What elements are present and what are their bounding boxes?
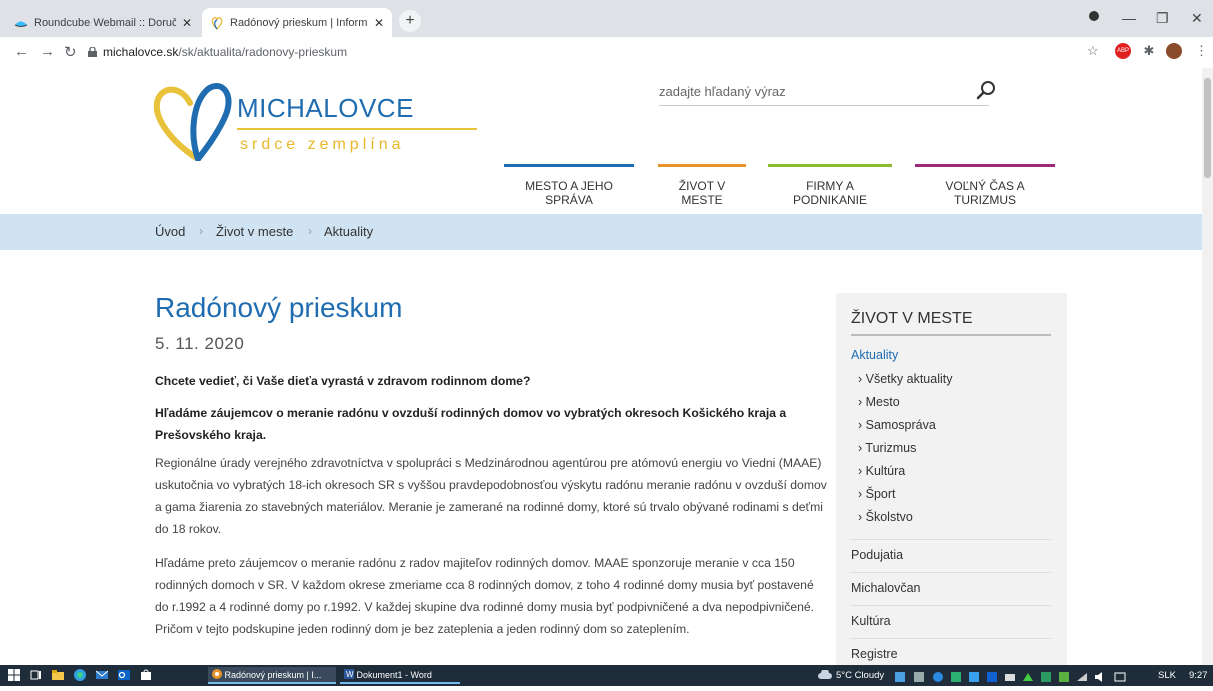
browser-tab-bar: Roundcube Webmail :: Doručená ✕ Radónový… bbox=[0, 0, 1213, 37]
outlook-icon[interactable] bbox=[118, 669, 130, 681]
tray-icons[interactable] bbox=[895, 670, 1135, 682]
file-explorer-icon[interactable] bbox=[52, 669, 64, 681]
michalovce-heart-logo-icon[interactable] bbox=[150, 81, 235, 161]
web-page: MICHALOVCE srdce zemplína MESTO A JEHO S… bbox=[0, 68, 1202, 665]
windows-start-icon[interactable] bbox=[8, 669, 20, 681]
nav-firmy-a-podnikanie[interactable]: FIRMY A PODNIKANIE bbox=[768, 164, 892, 207]
roundcube-icon bbox=[14, 21, 28, 27]
nav-mesto-a-jeho-sprava[interactable]: MESTO A JEHO SPRÁVA bbox=[504, 164, 634, 207]
sidebar-subitem-mesto[interactable]: › Mesto bbox=[858, 395, 900, 409]
article-date: 5. 11. 2020 bbox=[155, 334, 245, 353]
lock-icon bbox=[88, 47, 97, 57]
heart-logo-icon bbox=[211, 16, 223, 30]
taskbar-app-label: Radónový prieskum | I... bbox=[224, 670, 322, 680]
nav-zivot-v-meste[interactable]: ŽIVOT V MESTE bbox=[658, 164, 746, 207]
sidebar-subitem-skolstvo[interactable]: › Školstvo bbox=[858, 510, 913, 524]
breadcrumb-aktuality: Aktuality bbox=[324, 224, 374, 239]
sidebar-subitem-turizmus[interactable]: › Turizmus bbox=[858, 441, 916, 455]
sidebar-item-registre[interactable]: Registre bbox=[851, 638, 1051, 661]
tab-radonovy-prieskum[interactable]: Radónový prieskum | Informačný ✕ bbox=[202, 8, 392, 37]
breadcrumb: Úvod › Život v meste › Aktuality bbox=[0, 214, 1202, 250]
url-host: michalovce.sk bbox=[103, 45, 179, 59]
breadcrumb-separator: › bbox=[199, 224, 203, 238]
close-window-icon[interactable]: ✕ bbox=[1191, 10, 1203, 27]
menu-kebab-icon[interactable]: ⋮ bbox=[1195, 43, 1208, 59]
sidebar-subitem-samosprava[interactable]: › Samospráva bbox=[858, 418, 936, 432]
restore-icon[interactable]: ❐ bbox=[1156, 10, 1169, 27]
svg-text:W: W bbox=[346, 670, 354, 679]
chrome-icon bbox=[212, 669, 222, 679]
close-tab-icon[interactable]: ✕ bbox=[182, 16, 192, 30]
tab-title: Radónový prieskum | Informačný bbox=[230, 16, 368, 29]
breadcrumb-separator: › bbox=[308, 224, 312, 238]
weather-status[interactable]: 5°C Cloudy bbox=[836, 665, 884, 686]
search-input[interactable] bbox=[659, 84, 959, 99]
task-view-icon[interactable] bbox=[30, 669, 42, 681]
article-paragraph-2: Hľadáme preto záujemcov o meranie radónu… bbox=[155, 556, 815, 636]
article-lead-question: Chcete vedieť, či Vaše dieťa vyrastá v z… bbox=[155, 374, 531, 388]
adblock-icon[interactable]: ABP bbox=[1115, 43, 1131, 59]
taskbar-app-chrome[interactable]: Radónový prieskum | I... bbox=[208, 667, 336, 684]
taskbar-app-label: Dokument1 - Word bbox=[356, 670, 432, 680]
logo-subtitle: srdce zemplína bbox=[240, 136, 405, 153]
url-path: /sk/aktualita/radonovy-prieskum bbox=[178, 45, 348, 59]
page-title: Radónový prieskum bbox=[155, 292, 403, 323]
tab-roundcube[interactable]: Roundcube Webmail :: Doručená ✕ bbox=[6, 8, 200, 37]
tab-title: Roundcube Webmail :: Doručená bbox=[34, 16, 176, 29]
sidebar-subitem-label: Kultúra bbox=[865, 464, 906, 478]
article-paragraph-1: Regionálne úrady verejného zdravotníctva… bbox=[155, 456, 827, 536]
logo-title[interactable]: MICHALOVCE bbox=[237, 93, 414, 124]
sidebar-subitem-sport[interactable]: › Šport bbox=[858, 487, 896, 501]
profile-icon[interactable] bbox=[1088, 9, 1100, 25]
reload-icon[interactable]: ↻ bbox=[64, 43, 77, 61]
taskbar-app-word[interactable]: W Dokument1 - Word bbox=[340, 667, 460, 684]
minimize-icon[interactable]: — bbox=[1122, 10, 1136, 26]
forward-arrow-icon[interactable]: → bbox=[40, 43, 55, 60]
word-icon: W bbox=[344, 669, 354, 679]
extensions-puzzle-icon[interactable]: ✱ bbox=[1141, 43, 1157, 59]
article-lead-statement: Hľadáme záujemcov o meranie radónu v ovz… bbox=[155, 406, 787, 442]
new-tab-button[interactable]: + bbox=[399, 10, 421, 32]
sidebar-subitem-label: Turizmus bbox=[865, 441, 917, 455]
sidebar-title: ŽIVOT V MESTE bbox=[851, 310, 1051, 336]
sidebar-item-podujatia[interactable]: Podujatia bbox=[851, 539, 1051, 562]
sidebar-item-michalovcan[interactable]: Michalovčan bbox=[851, 572, 1051, 595]
edge-icon[interactable] bbox=[74, 669, 86, 681]
sidebar-subitem-vsetky-aktuality[interactable]: › Všetky aktuality bbox=[858, 372, 952, 386]
sidebar-item-kultura[interactable]: Kultúra bbox=[851, 605, 1051, 628]
windows-taskbar: Radónový prieskum | I... W Dokument1 - W… bbox=[0, 665, 1213, 686]
cloud-weather-icon bbox=[818, 670, 832, 679]
sidebar: ŽIVOT V MESTE Aktuality › Všetky aktuali… bbox=[836, 293, 1067, 665]
clock-time[interactable]: 9:27 bbox=[1189, 665, 1208, 686]
sidebar-subitem-label: Šport bbox=[865, 487, 896, 501]
url-field[interactable]: michalovce.sk/sk/aktualita/radonovy-prie… bbox=[88, 41, 1088, 63]
sidebar-item-aktuality[interactable]: Aktuality bbox=[851, 348, 898, 362]
breadcrumb-uvod[interactable]: Úvod bbox=[155, 224, 185, 239]
search-icon[interactable] bbox=[975, 80, 997, 102]
bookmark-star-icon[interactable]: ☆ bbox=[1087, 43, 1099, 59]
address-bar: ← → ↻ michalovce.sk/sk/aktualita/radonov… bbox=[0, 37, 1213, 69]
close-tab-icon[interactable]: ✕ bbox=[374, 16, 384, 30]
sidebar-subitem-kultura[interactable]: › Kultúra bbox=[858, 464, 905, 478]
back-arrow-icon[interactable]: ← bbox=[14, 43, 29, 60]
input-language[interactable]: SLK bbox=[1158, 665, 1176, 686]
nav-volny-cas-a-turizmus[interactable]: VOĽNÝ ČAS A TURIZMUS bbox=[915, 164, 1055, 207]
scrollbar-thumb[interactable] bbox=[1204, 78, 1211, 178]
sidebar-subitem-label: Všetky aktuality bbox=[865, 372, 953, 386]
avatar[interactable] bbox=[1166, 43, 1182, 59]
sidebar-subitem-label: Mesto bbox=[865, 395, 900, 409]
sidebar-subitem-label: Školstvo bbox=[865, 510, 913, 524]
system-tray-icons bbox=[895, 672, 1126, 682]
breadcrumb-zivot-v-meste[interactable]: Život v meste bbox=[216, 224, 293, 239]
mail-icon[interactable] bbox=[96, 669, 108, 681]
logo-divider bbox=[237, 128, 477, 130]
store-icon[interactable] bbox=[140, 669, 152, 681]
page-scrollbar[interactable] bbox=[1202, 68, 1213, 665]
sidebar-subitem-label: Samospráva bbox=[865, 418, 936, 432]
search-box bbox=[659, 83, 989, 106]
